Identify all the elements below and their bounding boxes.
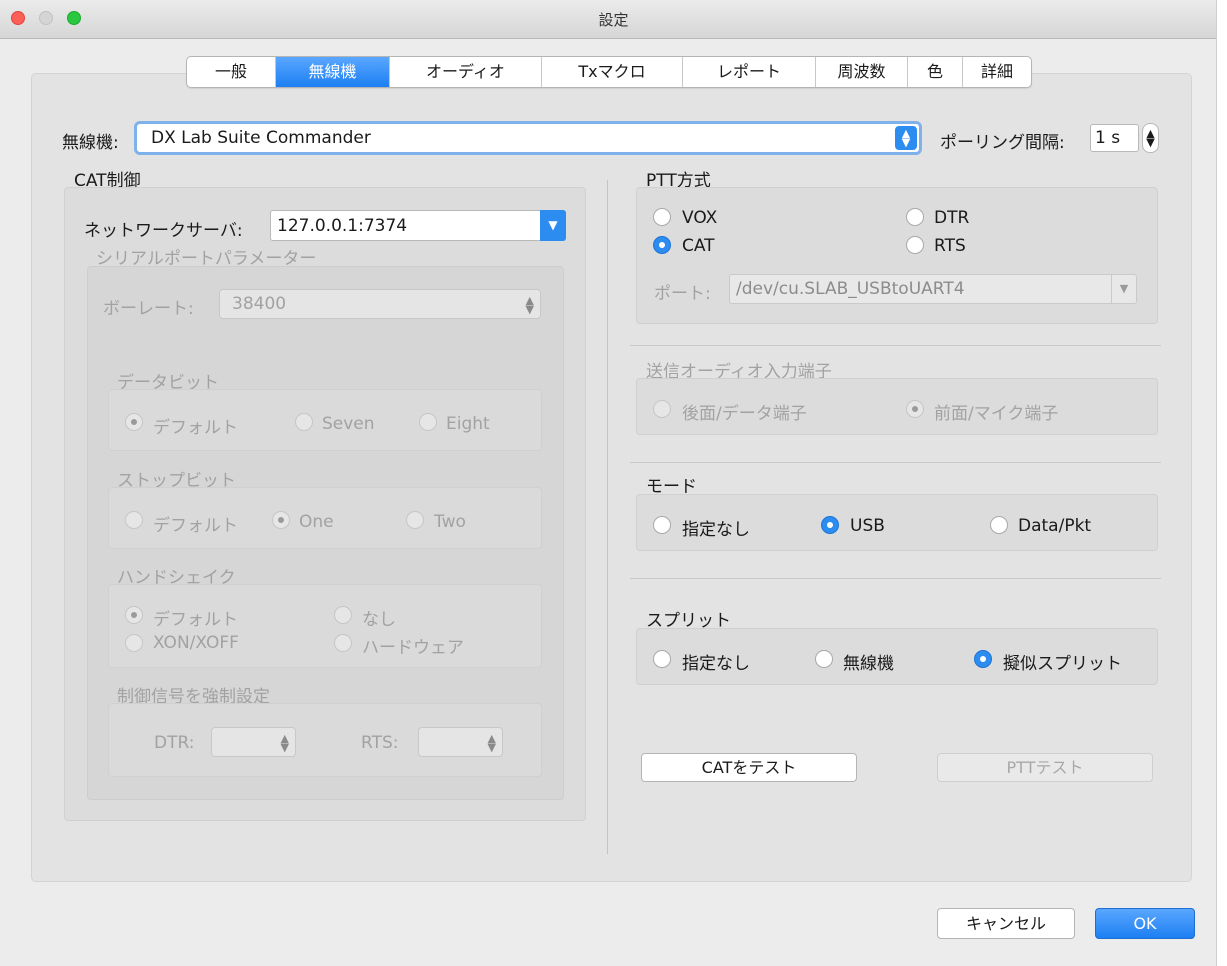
ptt-port-chevron-icon: ▼ [1111,275,1136,303]
test-ptt-button[interactable]: PTTテスト [937,753,1153,782]
polling-interval-value: 1 s [1095,128,1121,148]
data-bits-seven-label: Seven [322,414,375,434]
tab-advanced[interactable]: 詳細 [963,57,1031,87]
tx-audio-rear-radio[interactable] [653,400,671,418]
tab-tx-macros[interactable]: Txマクロ [542,57,683,87]
baud-rate-select[interactable]: 38400 ▲ ▼ [219,289,541,319]
baud-rate-label: ボーレート: [103,299,194,319]
handshake-xonxoff-radio[interactable] [125,634,143,652]
polling-label: ポーリング間隔: [940,133,1065,153]
background-window-edge [1216,0,1227,966]
separator-2 [630,462,1161,463]
split-none-label: 指定なし [682,654,750,674]
ptt-rts-label: RTS [934,236,966,256]
data-bits-eight-label: Eight [446,414,490,434]
mode-data-pkt-radio[interactable] [990,516,1008,534]
stop-bits-one-label: One [299,512,334,532]
stop-bits-two-label: Two [434,512,466,532]
ptt-port-value: /dev/cu.SLAB_USBtoUART4 [736,279,965,299]
ptt-vox-radio[interactable] [653,208,671,226]
handshake-none-label: なし [362,610,396,630]
tab-radio[interactable]: 無線機 [276,57,390,87]
handshake-hardware-radio[interactable] [334,634,352,652]
split-fake-radio[interactable] [974,650,992,668]
handshake-none-radio[interactable] [334,606,352,624]
handshake-default-label: デフォルト [153,610,238,630]
handshake-xonxoff-label: XON/XOFF [153,633,239,653]
stop-bits-default-label: デフォルト [153,516,238,536]
ptt-vox-label: VOX [682,208,718,228]
ptt-cat-radio[interactable] [653,236,671,254]
network-server-label: ネットワークサーバ: [84,221,243,241]
tab-frequencies[interactable]: 周波数 [816,57,908,87]
ptt-cat-label: CAT [682,236,715,256]
ptt-port-combo[interactable]: /dev/cu.SLAB_USBtoUART4 ▼ [729,274,1137,304]
stop-bits-default-radio[interactable] [125,511,143,529]
split-fake-label: 擬似スプリット [1003,654,1122,674]
split-none-radio[interactable] [653,650,671,668]
chevron-down-icon: ▼ [540,210,566,241]
stop-bits-two-radio[interactable] [406,511,424,529]
baud-rate-value: 38400 [232,294,287,314]
cancel-button[interactable]: キャンセル [937,908,1075,939]
data-bits-default-radio[interactable] [125,413,143,431]
rig-select[interactable]: DX Lab Suite Commander ▲ ▼ [134,121,922,155]
tab-general[interactable]: 一般 [187,57,276,87]
rts-label: RTS: [361,733,399,753]
polling-interval-input[interactable]: 1 s [1090,124,1139,152]
rig-select-stepper-icon: ▲ ▼ [895,126,917,150]
rig-label: 無線機: [62,133,119,153]
dtr-label: DTR: [154,733,195,753]
test-cat-button[interactable]: CATをテスト [641,753,857,782]
network-server-value: 127.0.0.1:7374 [277,216,408,236]
ptt-dtr-label: DTR [934,208,970,228]
handshake-default-radio[interactable] [125,606,143,624]
tab-colors[interactable]: 色 [908,57,963,87]
data-bits-eight-radio[interactable] [419,413,437,431]
mode-data-pkt-label: Data/Pkt [1018,516,1092,536]
polling-stepper-icon[interactable]: ▲ ▼ [1142,123,1159,153]
split-rig-label: 無線機 [843,654,894,674]
data-bits-seven-radio[interactable] [295,413,313,431]
tx-audio-front-label: 前面/マイク端子 [934,404,1059,424]
handshake-hardware-label: ハードウェア [362,638,464,658]
ptt-rts-radio[interactable] [906,236,924,254]
dtr-stepper-icon: ▲ ▼ [280,732,289,754]
tab-bar: 一般 無線機 オーディオ Txマクロ レポート 周波数 色 詳細 [186,56,1032,88]
ok-button[interactable]: OK [1095,908,1195,939]
mode-usb-label: USB [850,516,885,536]
mode-none-label: 指定なし [682,520,750,540]
window-title: 設定 [598,11,629,29]
rig-select-value: DX Lab Suite Commander [151,128,371,148]
tab-audio[interactable]: オーディオ [390,57,542,87]
ptt-port-label: ポート: [654,284,711,304]
network-server-combo[interactable]: 127.0.0.1:7374 ▼ [270,210,566,241]
baud-stepper-icon: ▲ ▼ [525,294,534,316]
mode-none-radio[interactable] [653,516,671,534]
separator-1 [630,345,1161,346]
tx-audio-rear-label: 後面/データ端子 [682,404,807,424]
mode-usb-radio[interactable] [821,516,839,534]
data-bits-default-label: デフォルト [153,418,238,438]
vertical-divider [607,180,608,854]
ptt-dtr-radio[interactable] [906,208,924,226]
dtr-select[interactable]: ▲ ▼ [211,727,296,757]
tx-audio-front-radio[interactable] [906,400,924,418]
separator-3 [630,578,1161,579]
tab-reporting[interactable]: レポート [683,57,816,87]
split-rig-radio[interactable] [815,650,833,668]
rts-stepper-icon: ▲ ▼ [487,732,496,754]
rts-select[interactable]: ▲ ▼ [418,727,503,757]
stop-bits-one-radio[interactable] [272,511,290,529]
